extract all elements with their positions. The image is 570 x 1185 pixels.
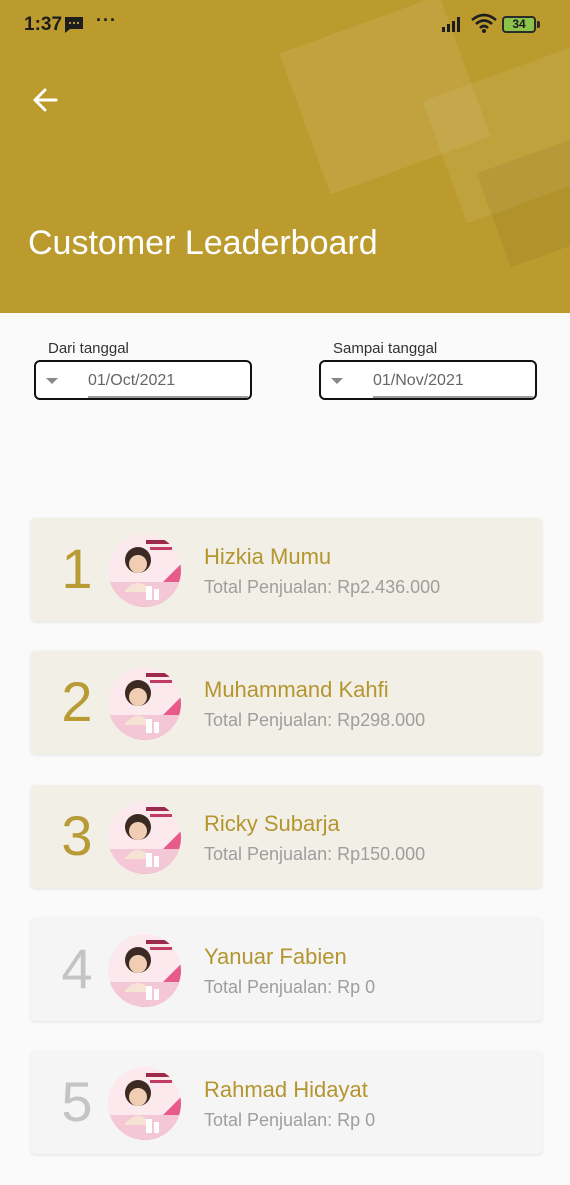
total-sales: Total Penjualan: Rp298.000	[204, 710, 425, 731]
rank-number: 1	[61, 537, 93, 600]
total-sales-value: Rp2.436.000	[337, 577, 441, 597]
customer-name: Ricky Subarja	[204, 811, 340, 836]
battery-indicator: 34	[502, 16, 536, 33]
battery-tip	[537, 21, 540, 28]
leaderboard-item-3[interactable]: 3 Ricky Subarja Total Penjualan: Rp150.0…	[31, 785, 542, 888]
total-sales-value: Rp 0	[337, 1110, 376, 1130]
avatar	[108, 534, 181, 607]
rank-number: 2	[61, 670, 93, 733]
avatar	[108, 667, 181, 740]
from-date-value: 01/Oct/2021	[88, 372, 176, 389]
avatar	[108, 1067, 181, 1140]
to-date-group: Sampai tanggal 01/Nov/2021	[319, 338, 537, 400]
rank-number: 3	[61, 804, 93, 867]
total-sales-value: Rp298.000	[337, 710, 426, 730]
to-date-label: Sampai tanggal	[333, 340, 438, 357]
dropdown-caret-icon	[331, 378, 343, 384]
leaderboard-item-5[interactable]: 5 Rahmad Hidayat Total Penjualan: Rp 0	[31, 1051, 542, 1154]
from-date-group: Dari tanggal 01/Oct/2021	[34, 338, 252, 400]
total-sales-value: Rp 0	[337, 977, 376, 997]
customer-name: Yanuar Fabien	[204, 944, 347, 969]
avatar	[108, 934, 181, 1007]
to-date-value: 01/Nov/2021	[373, 372, 464, 389]
dropdown-caret-icon	[46, 378, 58, 384]
app-header: 1:37 ··· 34 Customer Leaderboard	[0, 0, 570, 313]
total-sales-label: Total Penjualan:	[204, 577, 338, 597]
signal-icon	[442, 17, 460, 32]
to-date-dropdown[interactable]: 01/Nov/2021	[319, 360, 537, 400]
leaderboard-item-1[interactable]: 1 Hizkia Mumu Total Penjualan: Rp2.436.0…	[31, 518, 542, 621]
back-arrow-icon[interactable]	[30, 84, 62, 116]
status-time: 1:37	[24, 14, 63, 35]
page-title: Customer Leaderboard	[28, 224, 378, 262]
field-underline	[88, 396, 248, 398]
total-sales: Total Penjualan: Rp2.436.000	[204, 577, 440, 598]
more-notifications-icon: ···	[96, 10, 117, 30]
total-sales-value: Rp150.000	[337, 844, 426, 864]
wifi-icon	[471, 13, 497, 33]
total-sales-label: Total Penjualan:	[204, 710, 338, 730]
status-bar: 1:37 ··· 34	[0, 0, 570, 50]
leaderboard-item-4[interactable]: 4 Yanuar Fabien Total Penjualan: Rp 0	[31, 918, 542, 1021]
from-date-label: Dari tanggal	[48, 340, 129, 357]
rank-number: 5	[61, 1070, 93, 1133]
customer-name: Muhammand Kahfi	[204, 677, 389, 702]
total-sales-label: Total Penjualan:	[204, 1110, 338, 1130]
rank-number: 4	[61, 937, 93, 1000]
total-sales-label: Total Penjualan:	[204, 844, 338, 864]
field-underline	[373, 396, 533, 398]
avatar	[108, 801, 181, 874]
total-sales: Total Penjualan: Rp150.000	[204, 844, 425, 865]
message-icon	[65, 17, 83, 33]
total-sales: Total Penjualan: Rp 0	[204, 977, 375, 998]
leaderboard-item-2[interactable]: 2 Muhammand Kahfi Total Penjualan: Rp298…	[31, 651, 542, 754]
from-date-dropdown[interactable]: 01/Oct/2021	[34, 360, 252, 400]
total-sales-label: Total Penjualan:	[204, 977, 338, 997]
customer-name: Rahmad Hidayat	[204, 1077, 368, 1102]
total-sales: Total Penjualan: Rp 0	[204, 1110, 375, 1131]
customer-name: Hizkia Mumu	[204, 544, 332, 569]
